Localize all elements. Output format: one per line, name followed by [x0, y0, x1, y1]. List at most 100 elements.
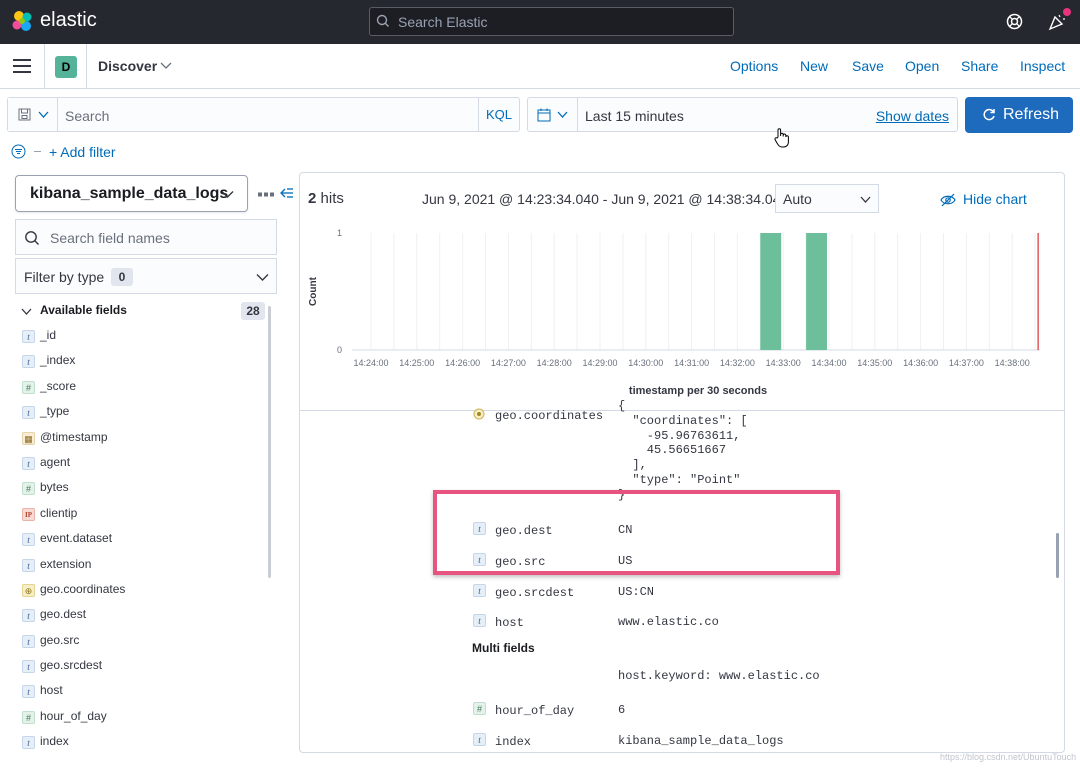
index-pattern-label: kibana_sample_data_logs — [30, 185, 229, 202]
saved-query-button[interactable] — [8, 98, 58, 131]
field-item[interactable]: IP clientip — [22, 505, 267, 530]
string-type-icon: t — [22, 533, 35, 547]
time-range-label[interactable]: Last 15 minutes — [585, 108, 684, 124]
date-picker[interactable]: Last 15 minutes Show dates — [527, 97, 958, 132]
multi-field-value: host.keyword: www.elastic.co — [618, 669, 820, 683]
doc-field-name: geo.coordinates — [495, 409, 604, 423]
help-icon[interactable] — [1006, 13, 1023, 30]
available-fields-toggle[interactable]: Available fields 28 — [15, 301, 269, 321]
refresh-icon — [983, 108, 995, 121]
y-tick-label: 0 — [337, 345, 342, 355]
global-search-input[interactable]: Search Elastic — [369, 7, 734, 36]
save-button[interactable]: Save — [852, 58, 884, 74]
filter-by-type-button[interactable]: Filter by type 0 — [15, 258, 277, 294]
x-tick-label: 14:33:00 — [766, 358, 801, 368]
hide-chart-button[interactable]: Hide chart — [940, 191, 1027, 207]
x-tick-label: 14:34:00 — [811, 358, 846, 368]
hits-number: 2 — [308, 190, 317, 207]
x-tick-label: 14:24:00 — [353, 358, 388, 368]
refresh-button[interactable]: Refresh — [965, 97, 1073, 133]
hide-chart-label: Hide chart — [963, 191, 1027, 207]
elastic-logo-icon[interactable] — [11, 10, 35, 34]
field-name: bytes — [40, 480, 69, 495]
histogram-chart[interactable]: 0 1 14:24:00 14:25:00 14:26:00 14:27:00 14:28:… — [300, 223, 1065, 411]
sidebar-scrollbar[interactable] — [268, 306, 271, 578]
field-search-input[interactable]: Search field names — [15, 219, 277, 255]
field-item[interactable]: t geo.srcdest — [22, 657, 267, 682]
field-name: _score — [40, 378, 77, 393]
newsfeed-icon[interactable] — [1048, 13, 1066, 31]
search-icon — [376, 14, 389, 27]
chevron-down-icon — [256, 274, 269, 281]
field-item[interactable]: t agent — [22, 454, 267, 479]
open-button[interactable]: Open — [905, 58, 939, 74]
field-name: extension — [40, 556, 92, 571]
interval-select[interactable]: Auto — [775, 184, 879, 213]
notification-dot — [1063, 8, 1071, 16]
quick-select-button[interactable] — [528, 98, 578, 131]
x-tick-label: 14:29:00 — [582, 358, 617, 368]
show-dates-link[interactable]: Show dates — [876, 108, 949, 124]
hamburger-menu-icon[interactable] — [13, 59, 31, 73]
string-type-icon: t — [22, 330, 35, 343]
new-button[interactable]: New — [800, 58, 828, 74]
chevron-down-icon — [860, 196, 871, 203]
field-item[interactable]: t host — [22, 682, 267, 707]
geo-coordinates-json: { "coordinates": [ -95.96763611, 45.5665… — [618, 399, 748, 502]
collapse-sidebar-icon[interactable] — [280, 186, 294, 200]
x-tick-label: 14:26:00 — [445, 358, 480, 368]
number-type-icon: # — [22, 710, 35, 724]
field-item[interactable]: # hour_of_day — [22, 708, 267, 733]
inspect-button[interactable]: Inspect — [1020, 58, 1065, 74]
string-type-icon: t — [473, 614, 486, 628]
field-item[interactable]: t geo.dest — [22, 606, 267, 631]
chevron-down-icon[interactable] — [159, 60, 173, 70]
field-item[interactable]: # _score — [22, 378, 267, 403]
y-tick-label: 1 — [337, 228, 342, 238]
eye-closed-icon — [940, 193, 956, 207]
doc-field-value: www.elastic.co — [618, 615, 719, 630]
field-item[interactable]: t _type — [22, 403, 267, 428]
index-pattern-select[interactable]: kibana_sample_data_logs — [15, 175, 248, 212]
field-item[interactable]: t _id — [22, 327, 267, 352]
field-item[interactable]: ▦ @timestamp — [22, 429, 267, 454]
app-bar: D Discover Options New Save Open Share I… — [0, 44, 1080, 89]
field-item[interactable]: t event.dataset — [22, 530, 267, 555]
x-tick-label: 14:31:00 — [674, 358, 709, 368]
breadcrumb-discover[interactable]: Discover — [98, 58, 157, 74]
document-detail: geo.coordinates { "coordinates": [ -95.9… — [300, 399, 1064, 752]
field-item[interactable]: t index — [22, 733, 267, 758]
field-item[interactable]: # bytes — [22, 479, 267, 504]
filter-by-type-label: Filter by type — [24, 269, 105, 285]
field-item[interactable]: t geo.src — [22, 632, 267, 657]
divider — [44, 44, 45, 89]
field-item[interactable]: t extension — [22, 556, 267, 581]
doc-field-name: host — [495, 616, 524, 631]
more-options-icon[interactable] — [258, 192, 274, 197]
results-panel: 2 hits Jun 9, 2021 @ 14:23:34.040 - Jun … — [299, 172, 1065, 753]
field-name: geo.dest — [40, 607, 87, 622]
x-tick-label: 14:37:00 — [949, 358, 984, 368]
global-search-placeholder: Search Elastic — [398, 14, 488, 30]
query-search-field[interactable]: Search KQL — [7, 97, 520, 132]
field-item[interactable]: ⊕ geo.coordinates — [22, 581, 267, 606]
document-scrollbar[interactable] — [1056, 533, 1059, 578]
space-avatar[interactable]: D — [55, 56, 77, 78]
field-name: @timestamp — [40, 429, 108, 444]
filter-menu-icon[interactable] — [11, 144, 26, 159]
field-item[interactable]: t _index — [22, 352, 267, 377]
geo-type-icon — [473, 407, 485, 425]
multi-fields-label: Multi fields — [472, 641, 535, 655]
add-filter-button[interactable]: + Add filter — [49, 144, 116, 160]
watermark: https://blog.csdn.net/UbuntuTouch — [940, 752, 1077, 762]
string-type-icon: t — [22, 660, 35, 674]
x-tick-label: 14:27:00 — [491, 358, 526, 368]
logo-text[interactable]: elastic — [40, 9, 97, 32]
geo-type-icon: ⊕ — [22, 583, 35, 597]
field-name: _type — [40, 404, 70, 419]
options-button[interactable]: Options — [730, 58, 778, 74]
results-time-range: Jun 9, 2021 @ 14:23:34.040 - Jun 9, 2021… — [422, 191, 789, 207]
share-button[interactable]: Share — [961, 58, 998, 74]
field-search-placeholder: Search field names — [50, 230, 170, 246]
kql-toggle[interactable]: KQL — [478, 98, 519, 131]
